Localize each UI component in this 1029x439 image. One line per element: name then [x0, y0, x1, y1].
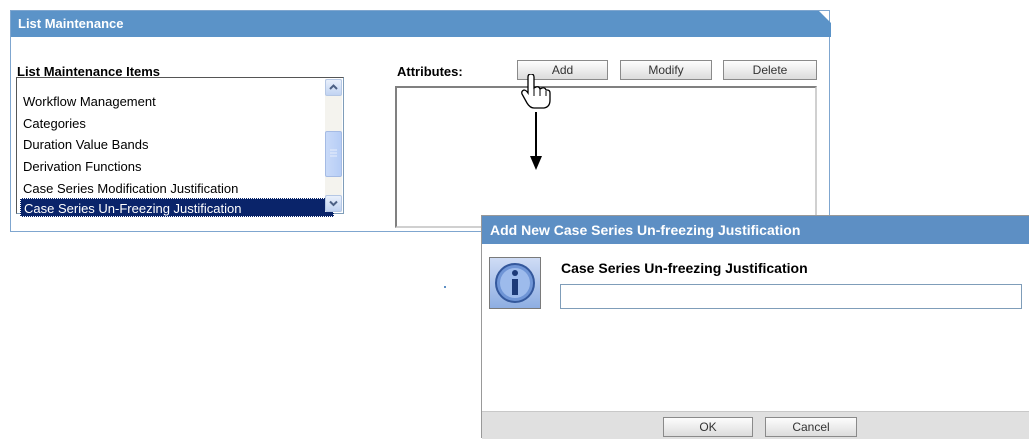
scroll-thumb[interactable] [325, 131, 342, 177]
attributes-heading: Attributes: [397, 64, 463, 79]
dialog-title: Add New Case Series Un-freezing Justific… [490, 222, 801, 238]
add-new-dialog: Add New Case Series Un-freezing Justific… [481, 215, 1029, 439]
scroll-up-icon[interactable] [325, 79, 342, 96]
info-icon [489, 257, 541, 309]
scroll-down-icon[interactable] [325, 195, 342, 212]
list-item[interactable]: Case Series Modification Justification [20, 179, 338, 198]
list-item[interactable]: Duration Value Bands [20, 135, 338, 154]
list-item[interactable]: Derivation Functions [20, 157, 338, 176]
delete-button[interactable]: Delete [723, 60, 817, 80]
dialog-body: Case Series Un-freezing Justification [482, 244, 1029, 411]
list-scrollbar[interactable] [325, 79, 342, 212]
field-label: Case Series Un-freezing Justification [561, 260, 808, 276]
arrow-down-icon [530, 112, 542, 170]
panel-header: List Maintenance [11, 11, 831, 37]
list-item-selected[interactable]: Case Series Un-Freezing Justification [20, 198, 334, 217]
modify-button[interactable]: Modify [620, 60, 712, 80]
cancel-button[interactable]: Cancel [765, 417, 857, 437]
ok-button[interactable]: OK [663, 417, 753, 437]
dialog-header: Add New Case Series Un-freezing Justific… [482, 216, 1029, 244]
panel-title: List Maintenance [18, 16, 124, 31]
list-item[interactable]: Categories [20, 114, 338, 133]
stray-dot [444, 286, 446, 288]
hand-cursor-icon [521, 74, 551, 109]
list-maintenance-items-listbox[interactable]: Workflow Management Categories Duration … [16, 77, 344, 217]
justification-input[interactable] [560, 284, 1022, 309]
dialog-footer: OK Cancel [482, 411, 1029, 439]
attributes-box[interactable] [395, 86, 817, 228]
list-item[interactable]: Workflow Management [20, 92, 338, 111]
